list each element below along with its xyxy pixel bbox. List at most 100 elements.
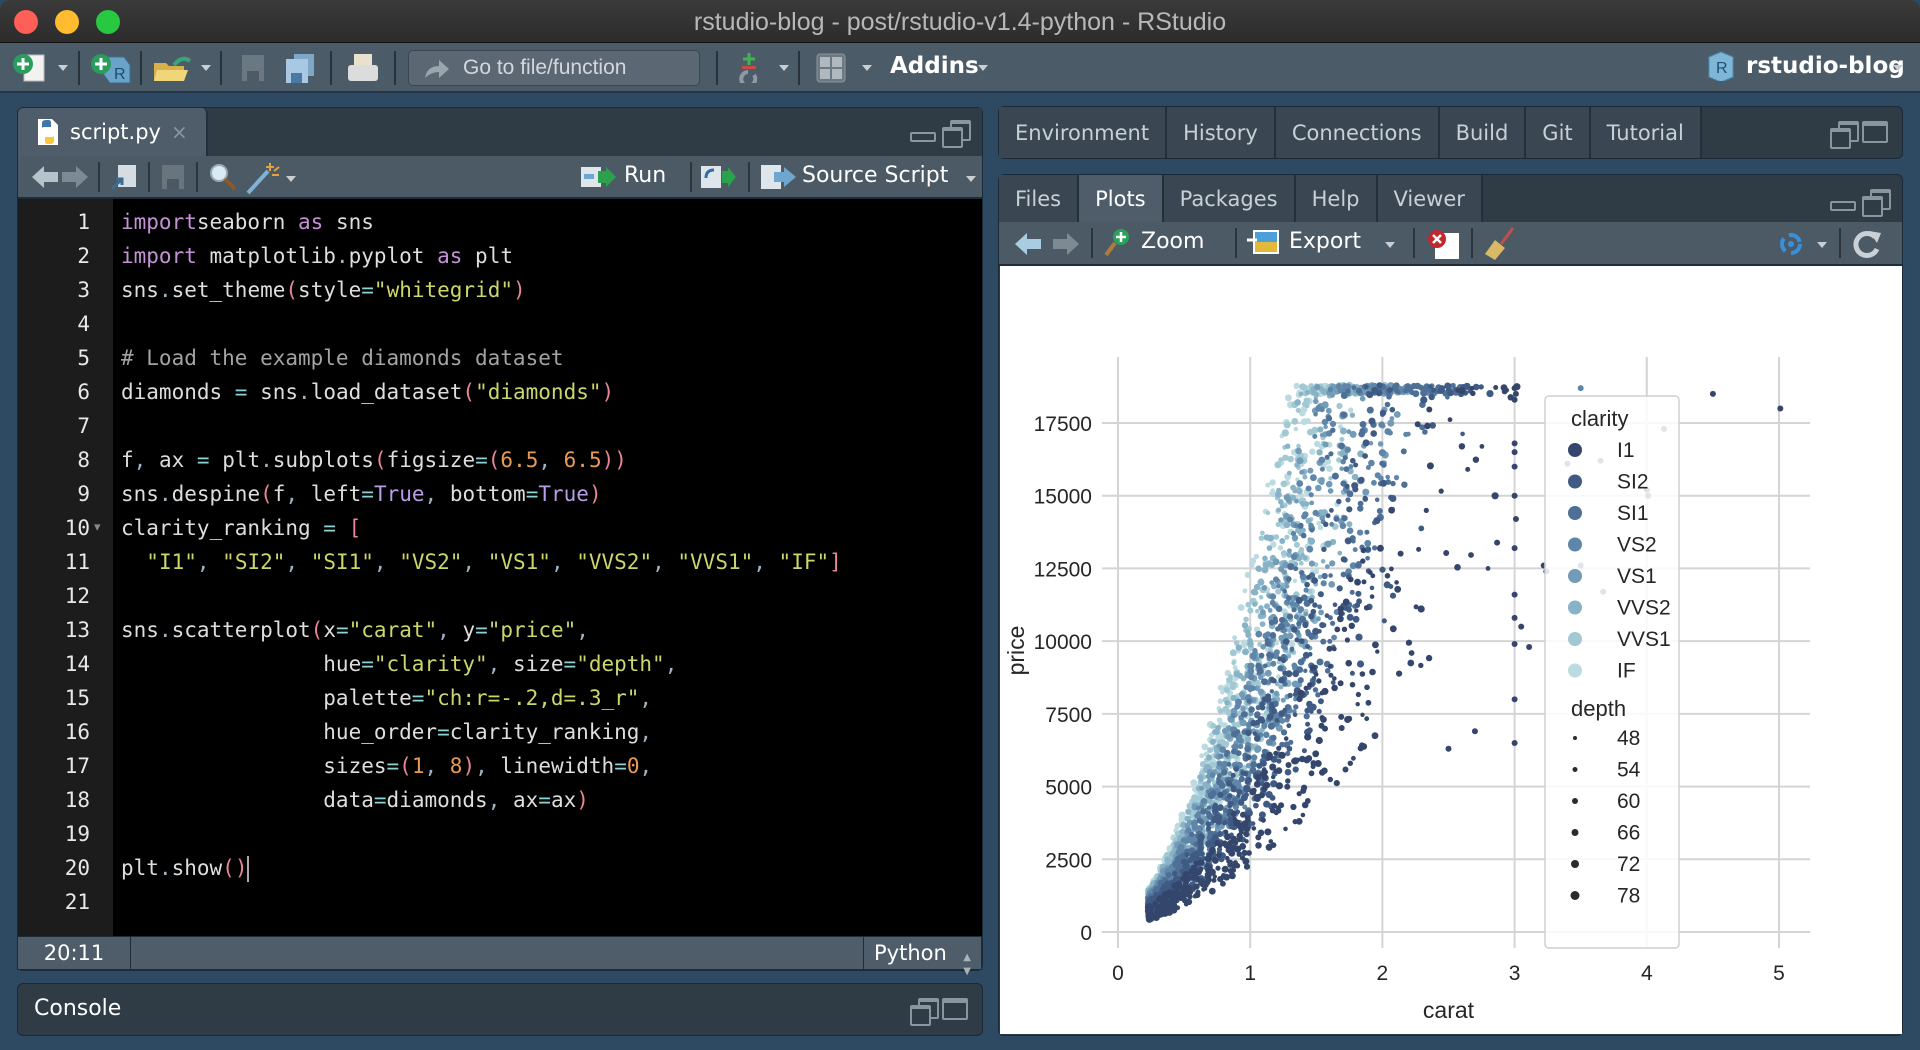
- editor-toolbar: Run Source Script: [18, 156, 982, 199]
- clear-all-plots-broom-icon[interactable]: [1483, 226, 1515, 260]
- go-to-file-function-input[interactable]: Go to file/function: [408, 50, 700, 86]
- tab-git[interactable]: Git: [1526, 107, 1591, 158]
- remove-plot-icon[interactable]: [1427, 229, 1461, 261]
- legend-marker-vs1: [1568, 569, 1582, 583]
- tab-help[interactable]: Help: [1295, 175, 1378, 222]
- layout-grid-icon[interactable]: [816, 53, 846, 83]
- addins-menu[interactable]: Addins: [890, 53, 979, 79]
- data-point: [1233, 820, 1240, 826]
- restore-pane-button[interactable]: [1862, 189, 1891, 217]
- forward-arrow-icon[interactable]: [60, 164, 90, 190]
- export-plot-button[interactable]: Export: [1247, 222, 1397, 264]
- data-point: [1244, 839, 1249, 844]
- code-token: bottom: [437, 482, 526, 506]
- language-selector[interactable]: Python ▲ ▼: [863, 937, 981, 977]
- refresh-icon[interactable]: [1851, 229, 1883, 259]
- data-point: [1261, 785, 1268, 792]
- tab-packages[interactable]: Packages: [1163, 175, 1296, 222]
- code-token: 1: [411, 754, 425, 778]
- publish-dropdown[interactable]: [1817, 242, 1827, 248]
- run-button[interactable]: Run: [580, 156, 680, 197]
- close-tab-icon[interactable]: ×: [171, 120, 188, 144]
- code-token: =: [538, 788, 551, 812]
- data-point: [1293, 426, 1299, 432]
- new-file-dropdown[interactable]: [58, 65, 68, 71]
- source-script-button[interactable]: Source Script: [760, 156, 970, 197]
- new-file-icon[interactable]: [12, 53, 48, 83]
- addins-dropdown[interactable]: [978, 65, 988, 71]
- code-tools-wand-icon[interactable]: [244, 161, 280, 195]
- tab-connections[interactable]: Connections: [1275, 107, 1440, 158]
- data-point: [1184, 852, 1190, 858]
- rerun-icon[interactable]: [700, 164, 738, 190]
- code-token: ): [588, 482, 602, 506]
- data-point: [1423, 507, 1429, 513]
- code-line: diamonds = sns.load_dataset("diamonds"): [121, 375, 614, 409]
- data-point: [1255, 630, 1263, 638]
- back-arrow-icon[interactable]: [30, 164, 60, 190]
- data-point: [1226, 761, 1232, 767]
- code-token: f: [272, 482, 286, 506]
- line-number: 9: [77, 482, 90, 506]
- outlier-point: [1518, 623, 1525, 630]
- git-icon[interactable]: [736, 53, 762, 83]
- code-area[interactable]: importseaborn as sns import matplotlib.py…: [113, 199, 982, 936]
- code-editor[interactable]: 1 2 3 4 5 6 7 8 9 10 ▾ 11 12 13 14 15 16 17 18 19 20 21 impor…: [18, 199, 982, 936]
- data-point: [1185, 898, 1193, 906]
- data-point: [1259, 701, 1265, 707]
- restore-pane-button[interactable]: [1830, 121, 1859, 149]
- data-point: [1352, 615, 1360, 623]
- tab-build[interactable]: Build: [1439, 107, 1527, 158]
- data-point: [1365, 465, 1371, 470]
- code-token: ,: [424, 482, 438, 506]
- data-point: [1324, 613, 1330, 619]
- print-icon[interactable]: [346, 53, 380, 83]
- data-point: [1173, 862, 1180, 869]
- project-dropdown[interactable]: [1893, 65, 1903, 71]
- minimize-pane-button[interactable]: [910, 132, 936, 142]
- line-number: 6: [77, 380, 90, 404]
- fold-toggle-icon[interactable]: ▾: [94, 511, 101, 545]
- tab-tutorial[interactable]: Tutorial: [1590, 107, 1702, 158]
- code-token: style: [298, 278, 362, 302]
- project-menu[interactable]: rstudio-blog: [1746, 53, 1905, 79]
- data-point: [1282, 454, 1289, 461]
- tab-viewer[interactable]: Viewer: [1377, 175, 1483, 222]
- open-file-icon[interactable]: [152, 53, 194, 83]
- layout-dropdown[interactable]: [862, 65, 872, 71]
- show-in-new-window-icon[interactable]: [110, 163, 140, 191]
- new-project-icon[interactable]: R: [90, 53, 132, 83]
- data-point: [1278, 457, 1284, 463]
- restore-pane-button[interactable]: [910, 998, 939, 1026]
- data-point: [1322, 441, 1329, 448]
- minimize-pane-button[interactable]: [1830, 201, 1856, 211]
- code-token: ,: [639, 686, 653, 710]
- save-icon[interactable]: [240, 53, 266, 83]
- source-dropdown[interactable]: [966, 176, 976, 182]
- next-plot-icon[interactable]: [1051, 231, 1081, 257]
- plots-toolbar: Zoom Export: [999, 222, 1902, 266]
- environment-pane: Environment History Connections Build Git Tut…: [998, 106, 1903, 159]
- code-token: "VVS1": [677, 550, 754, 574]
- tab-environment[interactable]: Environment: [999, 107, 1168, 158]
- tab-files[interactable]: Files: [999, 175, 1080, 222]
- data-point: [1418, 525, 1425, 532]
- maximize-pane-button[interactable]: [942, 998, 968, 1020]
- find-replace-icon[interactable]: [208, 162, 238, 192]
- maximize-pane-button[interactable]: [1862, 121, 1888, 143]
- zoom-plot-button[interactable]: Zoom: [1103, 222, 1223, 264]
- tab-script-py[interactable]: script.py ×: [18, 108, 208, 156]
- data-point: [1220, 880, 1226, 887]
- previous-plot-icon[interactable]: [1013, 231, 1043, 257]
- save-icon[interactable]: [160, 163, 186, 191]
- tab-history[interactable]: History: [1167, 107, 1276, 158]
- data-point: [1254, 745, 1262, 753]
- publish-icon[interactable]: [1775, 230, 1811, 258]
- git-dropdown[interactable]: [779, 65, 789, 71]
- code-tools-dropdown[interactable]: [286, 176, 296, 182]
- restore-pane-button[interactable]: [942, 120, 971, 148]
- open-file-dropdown[interactable]: [201, 65, 211, 71]
- tab-plots[interactable]: Plots: [1079, 175, 1164, 222]
- console-pane[interactable]: Console: [17, 983, 983, 1036]
- save-all-icon[interactable]: [284, 53, 318, 83]
